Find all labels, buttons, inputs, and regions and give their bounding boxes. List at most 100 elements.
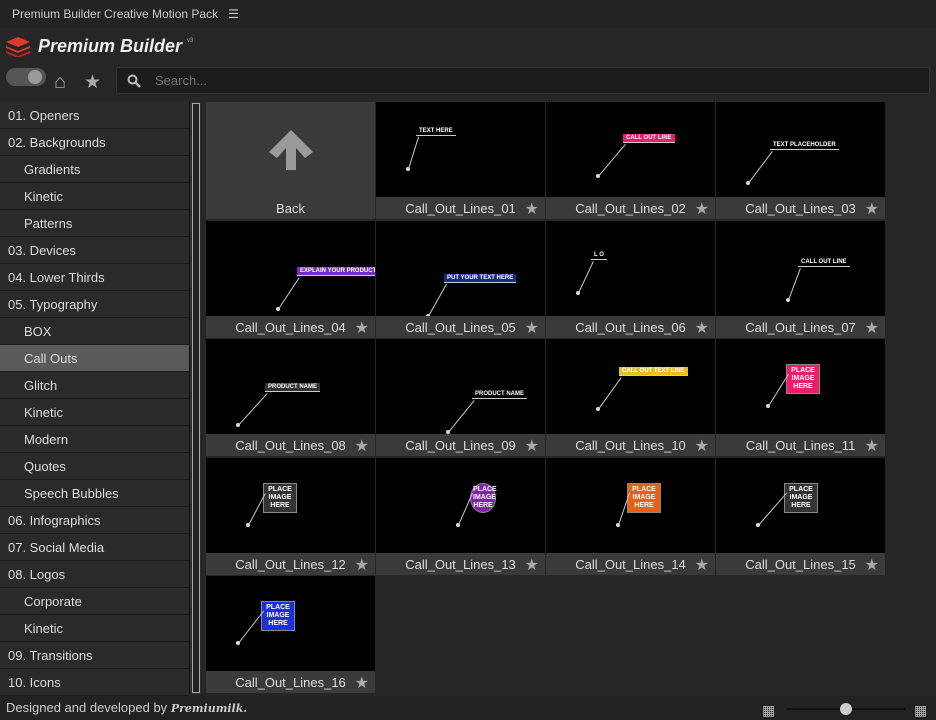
favorite-star-icon[interactable]: ★	[695, 436, 709, 456]
favorite-star-icon[interactable]: ★	[355, 436, 369, 456]
sidebar-item[interactable]: 07. Social Media	[0, 534, 189, 561]
search-input[interactable]	[155, 73, 855, 88]
large-grid-icon[interactable]: ▦	[914, 702, 927, 719]
up-arrow-icon	[269, 130, 313, 170]
sidebar-item[interactable]: 01. Openers	[0, 102, 189, 129]
preset-tile[interactable]: PLACE IMAGE HERE Call_Out_Lines_14 ★	[546, 457, 716, 576]
thumbnail-text: PLACE IMAGE HERE	[627, 482, 661, 513]
favorite-star-icon[interactable]: ★	[355, 673, 369, 693]
thumbnail: EXPLAIN YOUR PRODUCT	[206, 220, 375, 316]
thumbnail-text: PRODUCT NAME	[265, 383, 320, 392]
thumbnail-text: PUT YOUR TEXT HERE	[444, 273, 517, 283]
preset-name: Call_Out_Lines_03	[745, 201, 856, 216]
thumbnail: CALL OUT LINE	[716, 220, 885, 316]
preset-tile[interactable]: PLACE IMAGE HERE Call_Out_Lines_11 ★	[716, 339, 886, 458]
favorites-star-icon[interactable]: ★	[84, 71, 101, 94]
favorite-star-icon[interactable]: ★	[525, 318, 539, 338]
preset-tile[interactable]: CALL OUT LINE Call_Out_Lines_02 ★	[546, 102, 716, 221]
sidebar-item[interactable]: Speech Bubbles	[0, 480, 189, 507]
hamburger-menu-icon[interactable]: ☰	[228, 7, 239, 21]
thumbnail-text: PLACE IMAGE HERE	[263, 482, 297, 513]
layers-logo-icon	[6, 36, 30, 57]
sidebar-item[interactable]: 06. Infographics	[0, 507, 189, 534]
sidebar-item[interactable]: BOX	[0, 318, 189, 345]
favorite-star-icon[interactable]: ★	[865, 555, 879, 575]
thumbnail: PUT YOUR TEXT HERE	[376, 220, 545, 316]
preset-name: Call_Out_Lines_02	[575, 201, 686, 216]
favorite-star-icon[interactable]: ★	[865, 436, 879, 456]
sidebar-item[interactable]: Corporate	[0, 588, 189, 615]
sidebar-item[interactable]: 09. Transitions	[0, 642, 189, 669]
sidebar-item[interactable]: 05. Typography	[0, 291, 189, 318]
preset-tile[interactable]: PRODUCT NAME Call_Out_Lines_08 ★	[206, 339, 376, 458]
favorite-star-icon[interactable]: ★	[695, 318, 709, 338]
slider-knob[interactable]	[840, 703, 852, 715]
thumbnail-text: PRODUCT NAME	[472, 390, 527, 399]
sidebar-item[interactable]: Glitch	[0, 372, 189, 399]
sidebar-item[interactable]: Modern	[0, 426, 189, 453]
sidebar-item[interactable]: Gradients	[0, 156, 189, 183]
callout-line	[278, 276, 300, 310]
thumbnail-text: PLACE IMAGE HERE	[261, 601, 295, 631]
favorite-star-icon[interactable]: ★	[525, 555, 539, 575]
sidebar-item[interactable]: 08. Logos	[0, 561, 189, 588]
small-grid-icon[interactable]: ▦	[762, 702, 775, 719]
back-tile[interactable]: Back	[206, 102, 376, 221]
favorite-star-icon[interactable]: ★	[525, 199, 539, 219]
callout-line	[448, 400, 475, 433]
favorite-star-icon[interactable]: ★	[355, 555, 369, 575]
preset-tile[interactable]: L O Call_Out_Lines_06 ★	[546, 220, 716, 339]
callout-line	[598, 377, 622, 410]
preset-tile[interactable]: CALL OUT TEXT LINE Call_Out_Lines_10 ★	[546, 339, 716, 458]
sidebar-item[interactable]: Kinetic	[0, 399, 189, 426]
favorite-star-icon[interactable]: ★	[865, 199, 879, 219]
thumbnail-text: TEXT PLACEHOLDER	[770, 141, 839, 150]
preset-name: Call_Out_Lines_14	[575, 556, 686, 572]
favorite-star-icon[interactable]: ★	[865, 318, 879, 338]
sidebar-item[interactable]: Kinetic	[0, 615, 189, 642]
home-icon[interactable]: ⌂	[54, 71, 66, 94]
premiumilk-signature[interactable]: Premiumilk.	[171, 702, 247, 715]
preset-tile[interactable]: CALL OUT LINE Call_Out_Lines_07 ★	[716, 220, 886, 339]
sidebar-item[interactable]: 10. Icons	[0, 669, 189, 696]
sidebar-item[interactable]: 03. Devices	[0, 237, 189, 264]
preset-tile[interactable]: PUT YOUR TEXT HERE Call_Out_Lines_05 ★	[376, 220, 546, 339]
sidebar-item[interactable]: Kinetic	[0, 183, 189, 210]
thumbnail-text: CALL OUT LINE	[798, 257, 850, 267]
sidebar-item[interactable]: Patterns	[0, 210, 189, 237]
thumbnail: TEXT PLACEHOLDER	[716, 102, 885, 197]
callout-line	[758, 492, 787, 526]
sidebar-item[interactable]: Call Outs	[0, 345, 189, 372]
thumbnail-size-slider[interactable]	[787, 703, 905, 715]
favorite-star-icon[interactable]: ★	[525, 436, 539, 456]
thumbnail-text: PLACE IMAGE HERE	[786, 364, 820, 394]
thumbnail-text: CALL OUT TEXT LINE	[619, 367, 688, 376]
thumbnail: PLACE IMAGE HERE	[206, 576, 375, 671]
preset-tile[interactable]: TEXT PLACEHOLDER Call_Out_Lines_03 ★	[716, 102, 886, 221]
preset-tile[interactable]: PRODUCT NAME Call_Out_Lines_09 ★	[376, 339, 546, 458]
favorite-star-icon[interactable]: ★	[355, 318, 369, 338]
sidebar-scrollbar[interactable]	[189, 102, 201, 694]
preset-tile[interactable]: PLACE IMAGE HERE Call_Out_Lines_13 ★	[376, 457, 546, 576]
sidebar-item[interactable]: Quotes	[0, 453, 189, 480]
preset-tile[interactable]: EXPLAIN YOUR PRODUCT Call_Out_Lines_04 ★	[206, 220, 376, 339]
preset-tile[interactable]: PLACE IMAGE HERE Call_Out_Lines_16 ★	[206, 576, 376, 695]
favorite-star-icon[interactable]: ★	[695, 199, 709, 219]
callout-line	[238, 611, 264, 644]
thumbnail: PLACE IMAGE HERE	[376, 457, 545, 553]
search-bar[interactable]	[116, 67, 930, 94]
preset-name: Call_Out_Lines_10	[575, 438, 686, 453]
preset-tile[interactable]: PLACE IMAGE HERE Call_Out_Lines_12 ★	[206, 457, 376, 576]
preset-tile[interactable]: PLACE IMAGE HERE Call_Out_Lines_15 ★	[716, 457, 886, 576]
favorite-star-icon[interactable]: ★	[695, 555, 709, 575]
preset-grid: Back TEXT HERE Call_Out_Lines_01 ★ CALL OUT…	[206, 102, 886, 695]
thumbnail-text: PLACE IMAGE HERE	[784, 482, 818, 513]
sidebar-item[interactable]: 02. Backgrounds	[0, 129, 189, 156]
mode-toggle[interactable]	[6, 68, 46, 86]
preset-name: Call_Out_Lines_08	[235, 438, 346, 453]
preset-tile[interactable]: TEXT HERE Call_Out_Lines_01 ★	[376, 102, 546, 221]
callout-line	[238, 393, 268, 426]
sidebar-item[interactable]: 04. Lower Thirds	[0, 264, 189, 291]
thumbnail: L O	[546, 220, 715, 316]
thumbnail: PRODUCT NAME	[206, 339, 375, 434]
